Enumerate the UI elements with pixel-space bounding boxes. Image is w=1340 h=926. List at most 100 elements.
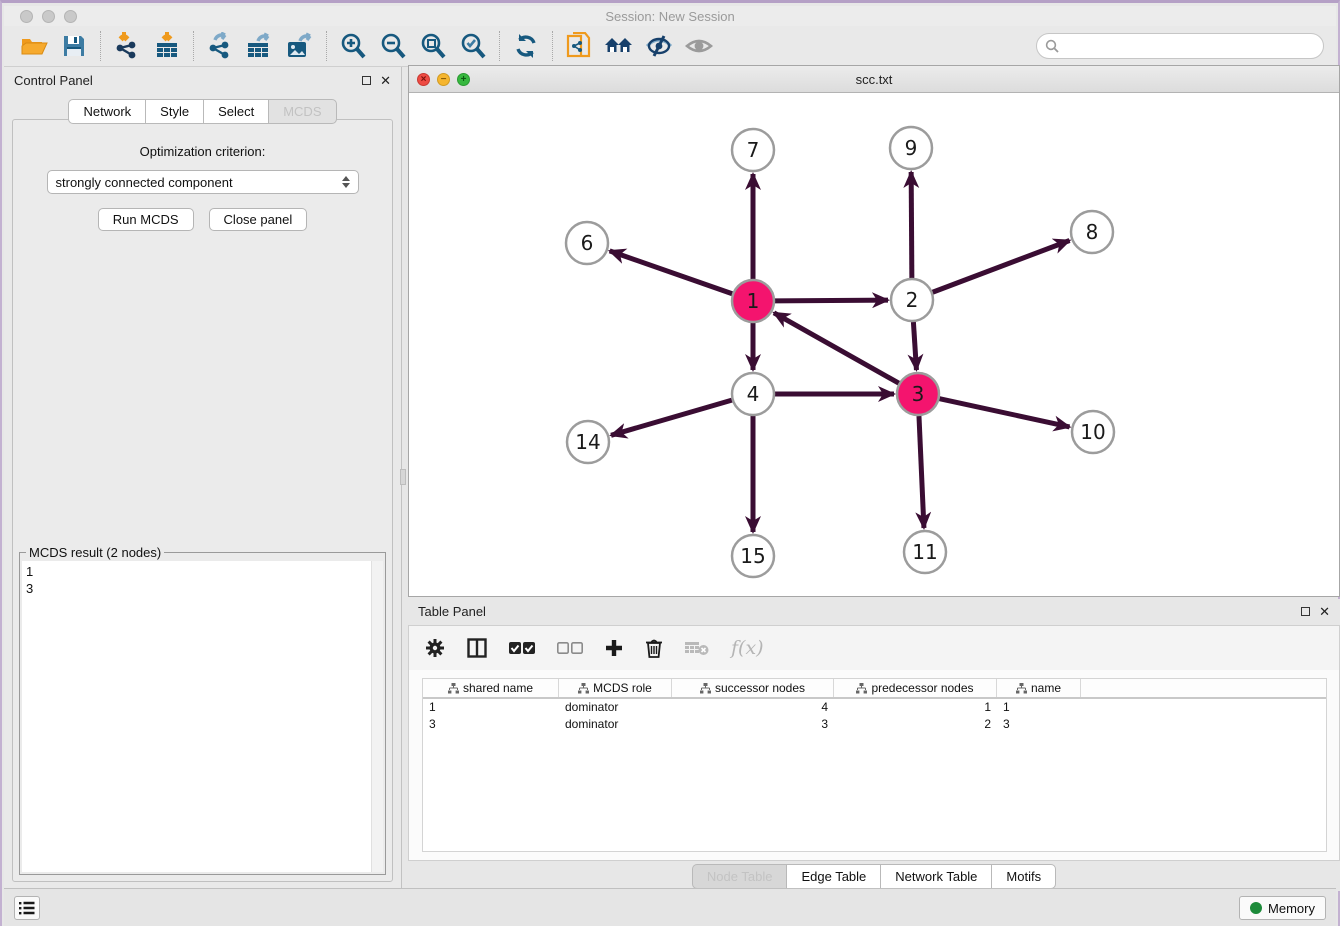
- table-toolbar: f(x): [409, 626, 1339, 670]
- network-graph[interactable]: 7968124314101511: [409, 94, 1340, 597]
- window-title: Session: New Session: [4, 9, 1336, 24]
- memory-status-icon: [1250, 902, 1262, 914]
- import-network-icon: [114, 32, 140, 60]
- delete-table-icon[interactable]: [685, 640, 709, 656]
- network-close-icon[interactable]: ×: [417, 73, 430, 86]
- zoom-selected-button[interactable]: [456, 30, 490, 62]
- network-maximize-icon[interactable]: +: [457, 73, 470, 86]
- control-panel-title: Control Panel: [14, 73, 93, 88]
- graph-edge-3-1[interactable]: [774, 313, 899, 383]
- float-panel-icon[interactable]: [362, 76, 371, 85]
- hide-selected-button[interactable]: [642, 30, 676, 62]
- graph-edge-1-2[interactable]: [775, 300, 888, 301]
- column-header-successor-nodes[interactable]: successor nodes: [672, 679, 834, 697]
- search-input[interactable]: [1064, 39, 1323, 54]
- table-row[interactable]: 1dominator411: [423, 699, 1326, 716]
- optimization-criterion-select[interactable]: strongly connected component: [47, 170, 359, 194]
- function-builder-icon[interactable]: f(x): [731, 637, 764, 659]
- table-settings-gear-icon[interactable]: [425, 638, 445, 658]
- tab-node-table[interactable]: Node Table: [692, 864, 787, 889]
- graph-edge-2-8[interactable]: [933, 240, 1070, 292]
- run-mcds-button[interactable]: Run MCDS: [98, 208, 194, 231]
- table-cell[interactable]: 3: [997, 716, 1081, 733]
- tab-mcds[interactable]: MCDS: [268, 99, 336, 124]
- select-all-icon[interactable]: [509, 641, 535, 655]
- mcds-result-text[interactable]: 1 3: [22, 561, 383, 872]
- table-row[interactable]: 3dominator323: [423, 716, 1326, 733]
- vertical-splitter-grip[interactable]: [400, 469, 406, 485]
- export-image-button[interactable]: [283, 30, 317, 62]
- graph-edge-3-11[interactable]: [919, 416, 924, 528]
- task-history-button[interactable]: [14, 896, 40, 920]
- first-neighbors-button[interactable]: [602, 30, 636, 62]
- open-session-button[interactable]: [17, 30, 51, 62]
- graph-node-label-1: 1: [747, 289, 760, 313]
- main-toolbar: [4, 26, 1336, 67]
- zoom-fit-button[interactable]: [416, 30, 450, 62]
- table-cell[interactable]: dominator: [559, 699, 672, 716]
- graph-node-label-4: 4: [747, 382, 760, 406]
- optimization-criterion-label: Optimization criterion:: [13, 144, 392, 159]
- table-header-row: shared nameMCDS rolesuccessor nodesprede…: [423, 679, 1326, 699]
- table-cell[interactable]: 1: [423, 699, 559, 716]
- table-cell[interactable]: 4: [672, 699, 834, 716]
- table-cell[interactable]: 3: [672, 716, 834, 733]
- zoom-in-button[interactable]: [336, 30, 370, 62]
- duplicate-network-icon: [566, 32, 592, 60]
- table-cell[interactable]: dominator: [559, 716, 672, 733]
- network-minimize-icon[interactable]: −: [437, 73, 450, 86]
- graph-node-label-15: 15: [740, 544, 765, 568]
- graph-edge-1-6[interactable]: [610, 251, 733, 294]
- table-cell[interactable]: 1: [997, 699, 1081, 716]
- search-field[interactable]: [1036, 33, 1324, 59]
- export-network-button[interactable]: [203, 30, 237, 62]
- memory-button[interactable]: Memory: [1239, 896, 1326, 920]
- zoom-out-button[interactable]: [376, 30, 410, 62]
- column-header-predecessor-nodes[interactable]: predecessor nodes: [834, 679, 997, 697]
- column-header-shared-name[interactable]: shared name: [423, 679, 559, 697]
- graph-edge-2-9[interactable]: [911, 172, 912, 278]
- column-header-MCDS-role[interactable]: MCDS role: [559, 679, 672, 697]
- close-panel-icon[interactable]: ✕: [380, 76, 391, 85]
- save-session-button[interactable]: [57, 30, 91, 62]
- result-scrollbar[interactable]: [371, 561, 383, 872]
- column-header-name[interactable]: name: [997, 679, 1081, 697]
- close-table-panel-icon[interactable]: ✕: [1319, 607, 1330, 616]
- import-table-button[interactable]: [150, 30, 184, 62]
- show-all-button[interactable]: [682, 30, 716, 62]
- graph-edge-4-14[interactable]: [611, 400, 732, 435]
- graph-edge-2-3[interactable]: [913, 322, 916, 370]
- mcds-result-title: MCDS result (2 nodes): [26, 545, 164, 560]
- table-cell[interactable]: 2: [834, 716, 997, 733]
- toolbar-separator: [193, 31, 194, 61]
- network-window-title: scc.txt: [409, 66, 1339, 93]
- duplicate-network-button[interactable]: [562, 30, 596, 62]
- apply-layout-button[interactable]: [509, 30, 543, 62]
- float-table-panel-icon[interactable]: [1301, 607, 1310, 616]
- table-panel-body: f(x) shared nameMCDS rolesuccessor nodes…: [408, 625, 1340, 861]
- table-cell[interactable]: 1: [834, 699, 997, 716]
- tab-select[interactable]: Select: [203, 99, 268, 124]
- save-icon: [62, 34, 86, 58]
- toolbar-separator: [552, 31, 553, 61]
- table-panel-title: Table Panel: [418, 604, 486, 619]
- hierarchy-icon: [578, 683, 589, 694]
- close-panel-button[interactable]: Close panel: [209, 208, 308, 231]
- refresh-icon: [513, 33, 539, 59]
- import-network-button[interactable]: [110, 30, 144, 62]
- tab-motifs[interactable]: Motifs: [991, 864, 1056, 889]
- show-column-panel-icon[interactable]: [467, 638, 487, 658]
- add-column-icon[interactable]: [605, 639, 623, 657]
- tab-network-table[interactable]: Network Table: [880, 864, 991, 889]
- network-canvas[interactable]: 7968124314101511: [409, 94, 1339, 596]
- control-panel-tabs: Network Style Select MCDS: [4, 99, 401, 124]
- graph-edge-3-10[interactable]: [939, 399, 1069, 427]
- delete-column-icon[interactable]: [645, 638, 663, 658]
- deselect-all-icon[interactable]: [557, 641, 583, 655]
- status-bar: Memory: [4, 888, 1336, 926]
- export-table-button[interactable]: [243, 30, 277, 62]
- tab-style[interactable]: Style: [145, 99, 203, 124]
- tab-edge-table[interactable]: Edge Table: [786, 864, 880, 889]
- table-cell[interactable]: 3: [423, 716, 559, 733]
- tab-network[interactable]: Network: [68, 99, 145, 124]
